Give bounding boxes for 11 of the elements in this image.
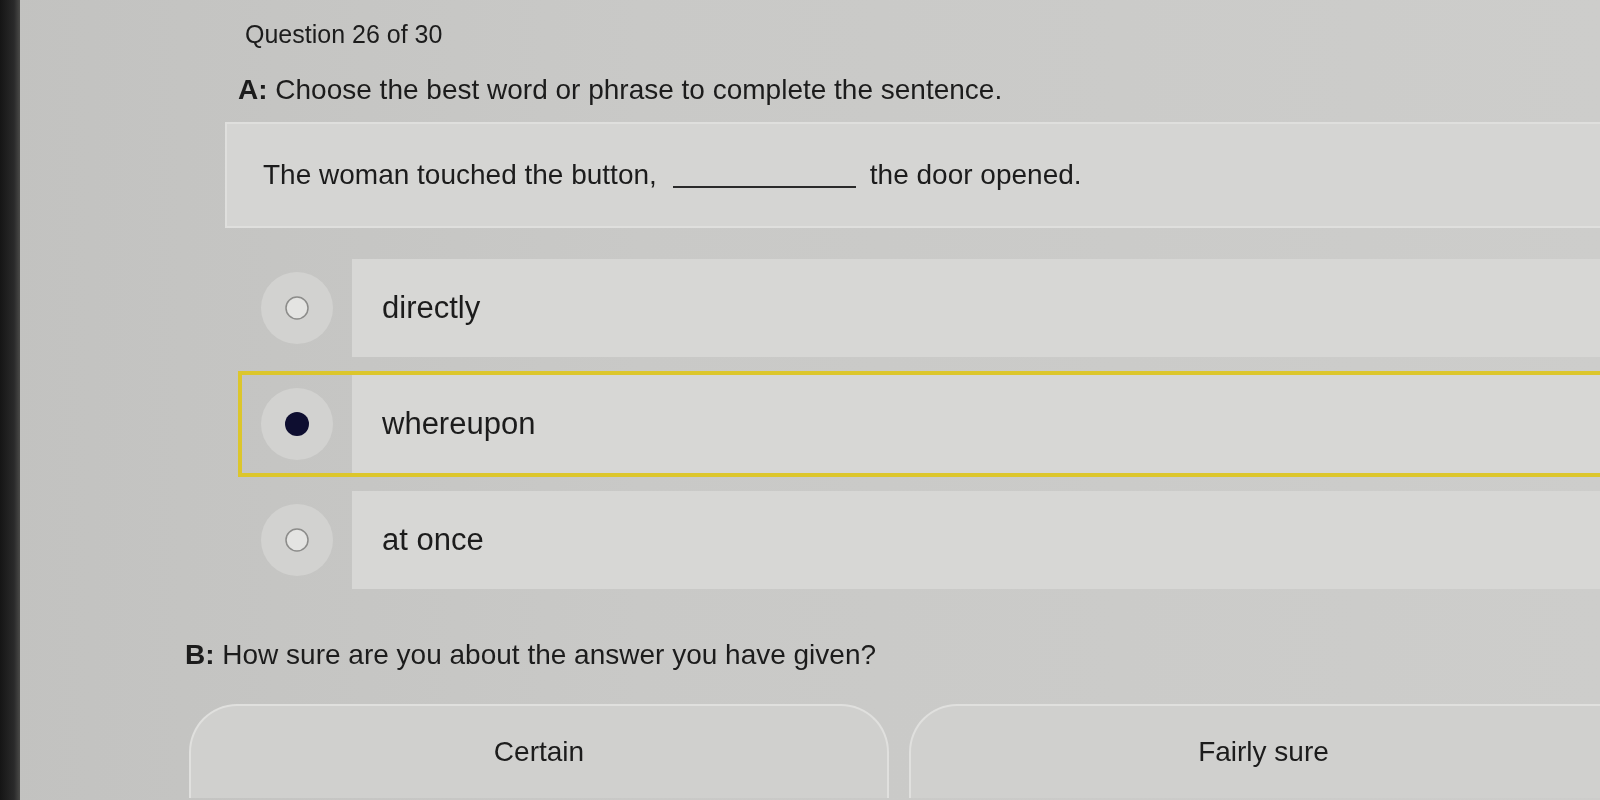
radio-button-icon[interactable]: [261, 388, 333, 460]
radio-button-icon[interactable]: [261, 272, 333, 344]
confidence-question: B: How sure are you about the answer you have given?: [185, 638, 877, 672]
question-counter: Question 26 of 30: [245, 19, 443, 49]
confidence-option[interactable]: Fairly sure: [909, 704, 1600, 798]
sentence-text: The woman touched the button,: [263, 158, 657, 192]
instruction-text: A: Choose the best word or phrase to complete the sentence.: [238, 73, 1003, 107]
radio-button-icon[interactable]: [261, 504, 333, 576]
confidence-option[interactable]: Certain: [189, 704, 889, 798]
answer-option[interactable]: whereupon: [238, 371, 1600, 477]
sentence-text: the door opened.: [869, 158, 1082, 192]
